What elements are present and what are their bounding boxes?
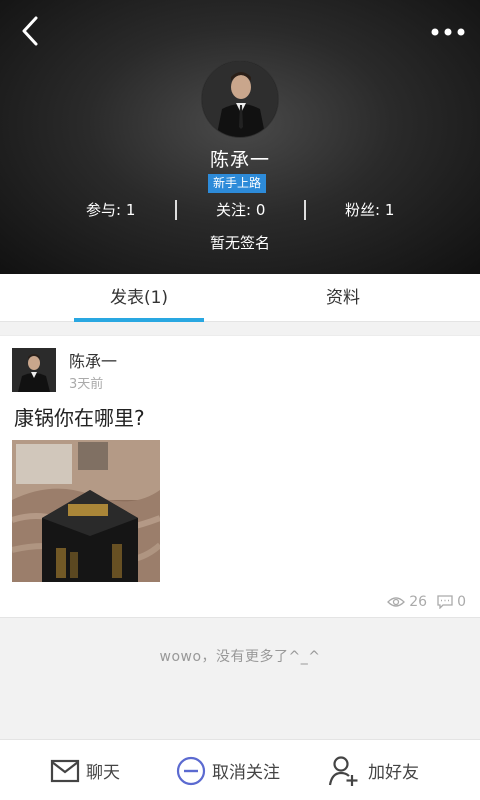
- profile-tabs: 发表(1) 资料: [0, 274, 480, 322]
- avatar-image: [12, 348, 56, 392]
- post-author-avatar[interactable]: [12, 348, 56, 392]
- mail-icon: [50, 759, 80, 782]
- add-user-icon: [328, 755, 358, 786]
- stat-divider: [175, 200, 177, 220]
- profile-stats: 参与: 1 关注: 0 粉丝: 1: [0, 197, 480, 223]
- unfollow-button[interactable]: 取消关注: [176, 740, 280, 800]
- comment-count[interactable]: 0: [437, 594, 466, 610]
- minus-circle-icon: [176, 756, 206, 785]
- back-arrow-icon: [22, 16, 38, 46]
- back-button[interactable]: [14, 12, 48, 52]
- signature: 暂无签名: [209, 234, 270, 252]
- post-card[interactable]: 陈承一 3天前 康锅你在哪里? 26 0: [0, 335, 480, 618]
- more-dots-icon: [431, 28, 465, 36]
- profile-header: 陈承一 新手上路 参与: 1 关注: 0 粉丝: 1 暂无签名: [0, 0, 480, 274]
- avatar-image: [202, 61, 278, 137]
- profile-page: 陈承一 新手上路 参与: 1 关注: 0 粉丝: 1 暂无签名 发表(1) 资料…: [0, 0, 480, 800]
- more-button[interactable]: [430, 22, 466, 42]
- post-content: 康锅你在哪里?: [14, 406, 145, 430]
- end-of-list-message: wowo，没有更多了^_^: [159, 649, 321, 665]
- comment-icon: [437, 595, 453, 609]
- add-friend-label: 加好友: [368, 763, 419, 783]
- eye-icon: [387, 597, 406, 607]
- view-count-value: 26: [409, 594, 428, 610]
- stat-following[interactable]: 关注: 0: [216, 197, 265, 223]
- stat-divider: [304, 200, 306, 220]
- stat-participate[interactable]: 参与: 1: [86, 197, 135, 223]
- add-friend-button[interactable]: 加好友: [328, 740, 419, 800]
- avatar[interactable]: [201, 60, 279, 138]
- tab-profile-info[interactable]: 资料: [278, 274, 408, 322]
- post-author-name[interactable]: 陈承一: [69, 348, 117, 372]
- post-image[interactable]: [12, 440, 160, 582]
- comment-count-value: 0: [457, 594, 466, 610]
- post-meta: 26 0: [377, 592, 466, 612]
- unfollow-label: 取消关注: [212, 763, 280, 783]
- post-photo: [12, 440, 160, 582]
- view-count: 26: [387, 594, 427, 610]
- stat-fans[interactable]: 粉丝: 1: [345, 197, 394, 223]
- chat-button[interactable]: 聊天: [50, 740, 120, 800]
- level-badge: 新手上路: [208, 174, 266, 193]
- post-timestamp: 3天前: [69, 377, 104, 392]
- chat-label: 聊天: [86, 763, 120, 783]
- bottom-action-bar: 聊天 取消关注 加好友: [0, 739, 480, 800]
- tab-posts[interactable]: 发表(1): [74, 274, 204, 322]
- profile-username: 陈承一: [209, 149, 270, 171]
- active-tab-indicator: [74, 318, 204, 322]
